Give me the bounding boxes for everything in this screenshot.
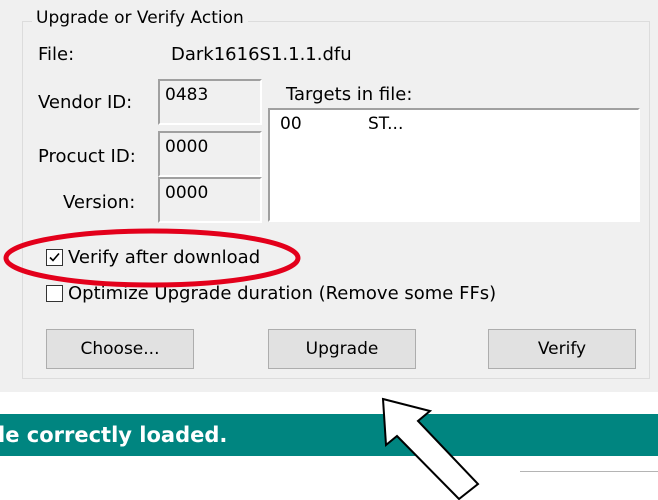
highlight-ellipse <box>3 228 301 288</box>
arrow-icon <box>381 397 480 500</box>
annotation-overlay <box>3 228 480 500</box>
